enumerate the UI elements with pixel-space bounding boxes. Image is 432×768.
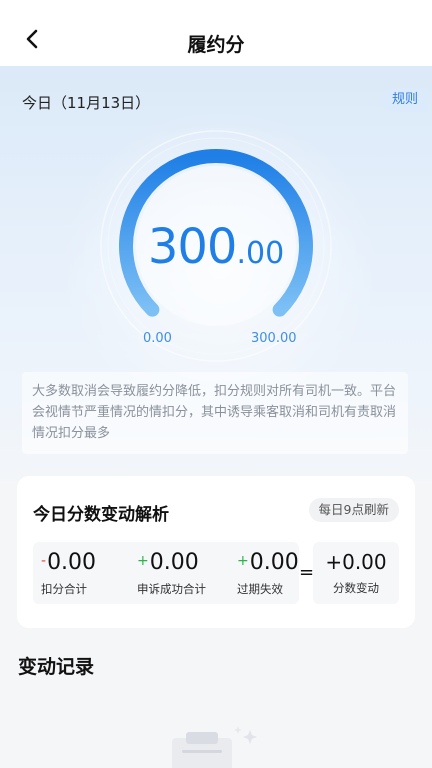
expired-value: 0.00 [249,550,299,575]
equals-sign: = [299,562,315,583]
change-records-title: 变动记录 [18,656,95,678]
deduction-value: 0.00 [47,550,97,575]
expired-sign: + [237,553,249,569]
expired-total: +0.00 过期失效 [237,550,299,597]
breakdown-box: -0.00 扣分合计 +0.00 申诉成功合计 +0.00 过期失效 [33,542,299,604]
appeal-value: 0.00 [149,550,199,575]
empty-clipboard-icon [172,726,257,768]
deduction-notice: 大多数取消会导致履约分降低，扣分规则对所有司机一致。平台会视情节严重情况的情扣分… [22,372,408,454]
appeal-label: 申诉成功合计 [137,582,206,596]
appeal-success-total: +0.00 申诉成功合计 [137,550,206,597]
score-value: 300.00 [0,219,432,275]
page-title: 履约分 [187,34,245,56]
navbar: 履约分 [0,0,432,66]
score-change-total: +0.00 分数变动 [313,542,399,604]
gauge-max-label: 300.00 [251,331,297,346]
score-change-card: 今日分数变动解析 每日9点刷新 -0.00 扣分合计 +0.00 申诉成功合计 … [17,476,415,628]
score-change-label: 分数变动 [333,581,379,595]
expired-label: 过期失效 [237,582,283,596]
score-decimal: .00 [236,236,285,271]
score-gauge [100,130,332,362]
appeal-sign: + [137,553,149,569]
deduction-total: -0.00 扣分合计 [41,550,96,597]
score-hero: 今日（11月13日） 规则 300.00 0.00 300.00 大多数取消会导… [0,66,432,506]
deduction-label: 扣分合计 [41,582,87,596]
refresh-badge: 每日9点刷新 [308,498,399,522]
deduction-sign: - [41,553,47,569]
score-change-value: +0.00 [325,550,387,574]
card-title: 今日分数变动解析 [33,505,169,525]
gauge-min-label: 0.00 [143,331,172,346]
score-integer: 300 [147,219,238,275]
